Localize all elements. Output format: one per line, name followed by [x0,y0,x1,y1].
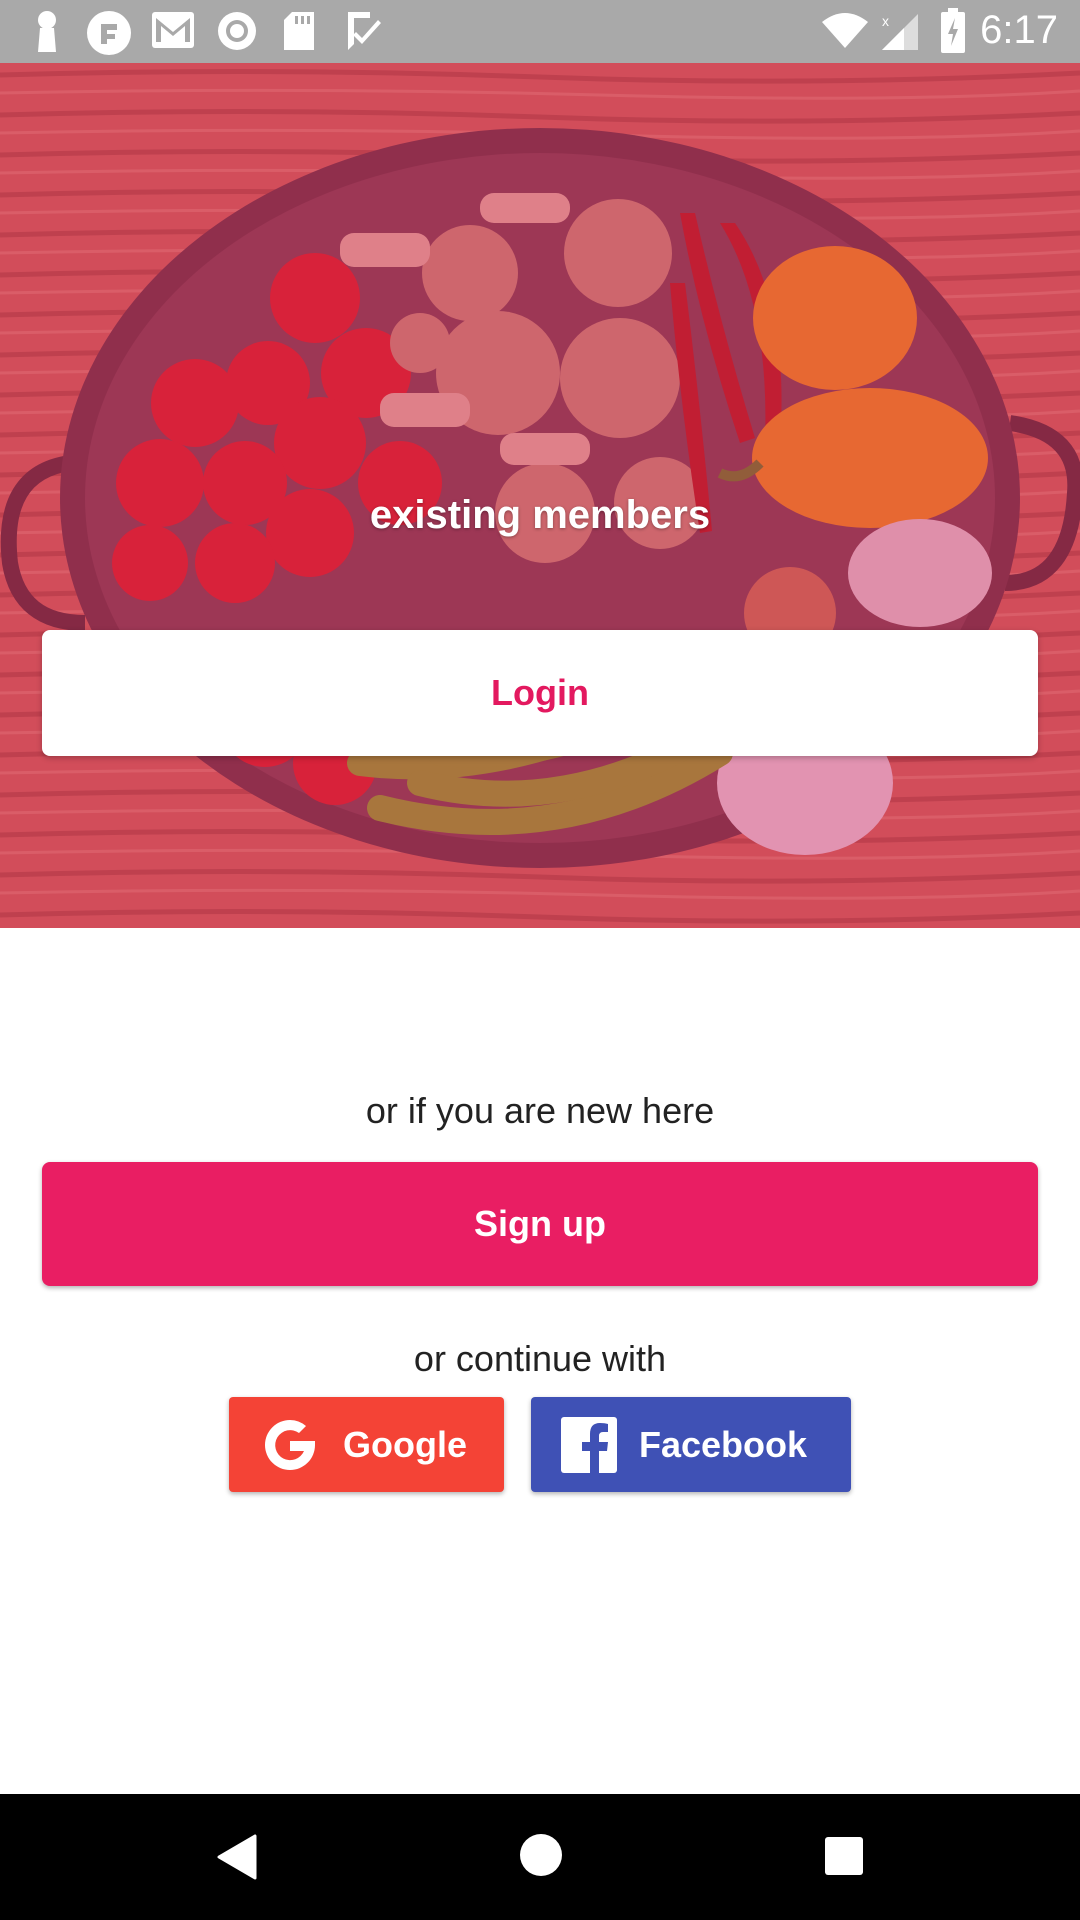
existing-members-label: existing members [369,493,711,537]
continue-with-prompt: or continue with [413,1338,667,1379]
check-icon [348,12,381,50]
facebook-button-label: Facebook [639,1423,808,1465]
status-bar: x 6:17 [0,0,1080,63]
home-icon[interactable] [518,1832,564,1878]
login-button[interactable]: Login [42,630,1038,756]
sd-card-icon [284,12,314,50]
hero-section: existing members Login [0,63,1080,928]
facebook-icon [561,1416,617,1473]
app-icon [87,11,131,55]
keyhole-icon [38,11,56,52]
battery-charging-icon [941,8,965,53]
google-login-button[interactable]: Google [229,1397,504,1492]
wifi-icon [822,13,868,48]
new-user-prompt: or if you are new here [365,1090,715,1131]
google-icon [259,1414,321,1476]
signup-button[interactable]: Sign up [42,1162,1038,1286]
recents-icon[interactable] [823,1835,865,1877]
navigation-bar [0,1794,1080,1920]
google-button-label: Google [343,1423,467,1465]
facebook-login-button[interactable]: Facebook [531,1397,851,1492]
signal-icon: x [882,13,918,50]
svg-text:x: x [882,13,889,29]
gmail-icon [152,12,194,48]
status-time: 6:17 [980,8,1058,52]
circle-icon [218,12,256,50]
back-icon[interactable] [215,1834,257,1880]
